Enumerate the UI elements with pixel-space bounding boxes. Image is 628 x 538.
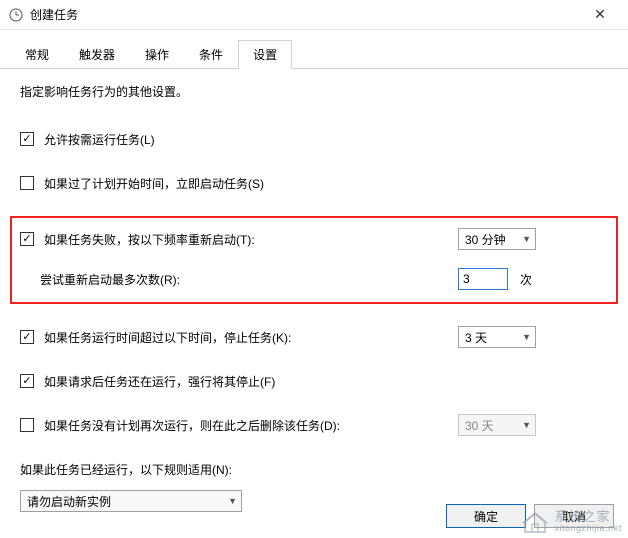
delete-if-not-scheduled-checkbox[interactable] [20,418,34,432]
titlebar: 创建任务 ✕ [0,0,628,30]
already-running-combo[interactable]: 请勿启动新实例 ▼ [20,490,242,512]
cancel-button[interactable]: 取消 [534,504,614,528]
delete-delay-value: 30 天 [465,417,522,434]
restart-interval-combo[interactable]: 30 分钟 ▼ [458,228,536,250]
retry-count-suffix: 次 [520,271,536,288]
force-stop-checkbox[interactable] [20,374,34,388]
already-running-label: 如果此任务已经运行，以下规则适用(N): [20,461,232,478]
restart-on-fail-label: 如果任务失败，按以下频率重新启动(T): [44,231,255,248]
tab-settings[interactable]: 设置 [238,40,292,69]
chevron-down-icon: ▼ [522,332,531,342]
retry-count-input[interactable]: 3 [458,268,508,290]
stop-duration-value: 3 天 [465,329,522,346]
stop-if-longer-checkbox[interactable] [20,330,34,344]
restart-on-fail-checkbox[interactable] [20,232,34,246]
chevron-down-icon: ▼ [522,420,531,430]
ok-button[interactable]: 确定 [446,504,526,528]
clock-icon [8,7,24,23]
delete-if-not-scheduled-label: 如果任务没有计划再次运行，则在此之后删除该任务(D): [44,417,340,434]
tab-general[interactable]: 常规 [10,40,64,69]
start-if-missed-label: 如果过了计划开始时间，立即启动任务(S) [44,175,264,192]
force-stop-label: 如果请求后任务还在运行，强行将其停止(F) [44,373,275,390]
chevron-down-icon: ▼ [522,234,531,244]
restart-interval-value: 30 分钟 [465,231,522,248]
tab-actions[interactable]: 操作 [130,40,184,69]
dialog-footer: 确定 取消 [446,504,614,528]
window-title: 创建任务 [30,6,580,23]
chevron-down-icon: ▼ [228,496,237,506]
retry-count-label: 尝试重新启动最多次数(R): [40,271,180,288]
stop-duration-combo[interactable]: 3 天 ▼ [458,326,536,348]
settings-panel: 指定影响任务行为的其他设置。 允许按需运行任务(L) 如果过了计划开始时间，立即… [0,69,628,522]
allow-on-demand-checkbox[interactable] [20,132,34,146]
start-if-missed-checkbox[interactable] [20,176,34,190]
stop-if-longer-label: 如果任务运行时间超过以下时间，停止任务(K): [44,329,291,346]
panel-description: 指定影响任务行为的其他设置。 [20,83,608,100]
delete-delay-combo: 30 天 ▼ [458,414,536,436]
close-button[interactable]: ✕ [580,1,620,29]
tab-row: 常规 触发器 操作 条件 设置 [0,30,628,69]
tab-triggers[interactable]: 触发器 [64,40,130,69]
tab-conditions[interactable]: 条件 [184,40,238,69]
already-running-value: 请勿启动新实例 [27,493,228,510]
allow-on-demand-label: 允许按需运行任务(L) [44,131,155,148]
retry-count-value: 3 [463,272,470,286]
restart-highlight-box: 如果任务失败，按以下频率重新启动(T): 30 分钟 ▼ 尝试重新启动最多次数(… [10,216,618,304]
